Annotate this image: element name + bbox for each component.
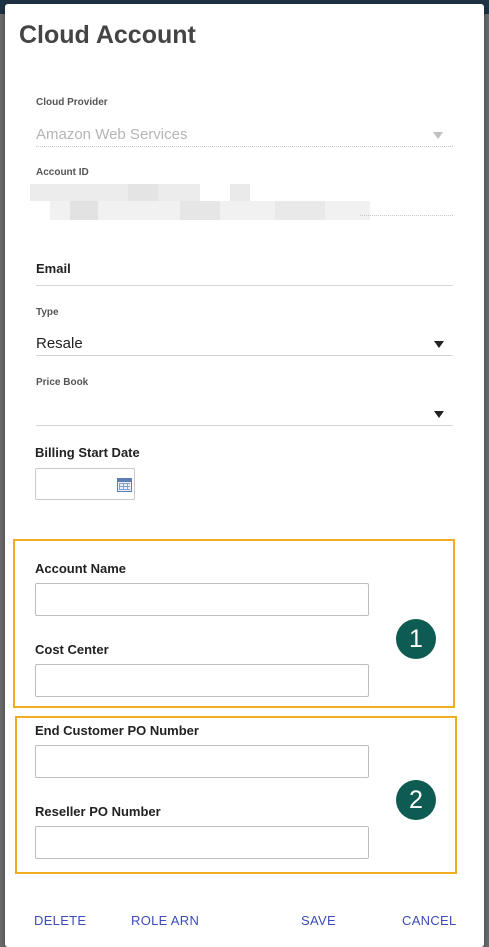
chevron-down-icon — [434, 411, 444, 418]
chevron-down-icon — [433, 132, 443, 139]
reseller-po-input[interactable] — [35, 826, 369, 859]
account-id-label: Account ID — [36, 167, 89, 178]
price-book-underline — [36, 425, 453, 426]
cancel-button[interactable]: CANCEL — [402, 913, 457, 928]
type-underline — [36, 355, 453, 356]
chevron-down-icon — [434, 341, 444, 348]
cloud-account-dialog: Cloud Account Cloud Provider Amazon Web … — [5, 4, 484, 947]
type-value: Resale — [36, 335, 83, 352]
billing-start-date-input[interactable] — [35, 468, 135, 500]
cost-center-label: Cost Center — [35, 642, 109, 657]
account-name-input[interactable] — [35, 583, 369, 616]
end-customer-po-input[interactable] — [35, 745, 369, 778]
cloud-provider-select: Amazon Web Services — [36, 126, 188, 143]
callout-badge-1: 1 — [396, 619, 436, 659]
account-id-field — [30, 184, 370, 220]
billing-start-date-label: Billing Start Date — [35, 445, 140, 460]
price-book-select[interactable] — [36, 401, 453, 425]
end-customer-po-label: End Customer PO Number — [35, 723, 199, 738]
dialog-title: Cloud Account — [19, 21, 196, 49]
calendar-icon[interactable] — [117, 478, 132, 492]
type-select[interactable]: Resale — [36, 331, 453, 355]
price-book-label: Price Book — [36, 377, 89, 388]
account-id-underline — [360, 215, 453, 216]
delete-button[interactable]: DELETE — [34, 913, 86, 928]
role-arn-button[interactable]: ROLE ARN — [131, 913, 199, 928]
type-label: Type — [36, 307, 59, 318]
account-name-label: Account Name — [35, 561, 127, 576]
save-button[interactable]: SAVE — [301, 913, 336, 928]
cloud-provider-underline — [36, 146, 453, 147]
cost-center-input[interactable] — [35, 664, 369, 697]
email-label: Email — [36, 261, 71, 276]
callout-badge-2: 2 — [396, 780, 436, 820]
email-field[interactable] — [36, 285, 453, 286]
reseller-po-label: Reseller PO Number — [35, 804, 161, 819]
cloud-provider-label: Cloud Provider — [36, 97, 108, 108]
